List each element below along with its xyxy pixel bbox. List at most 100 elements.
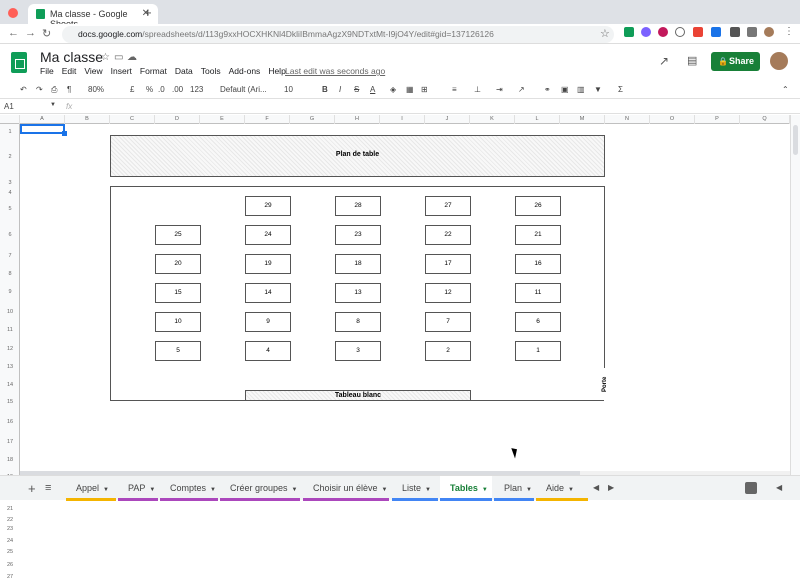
extension-icon[interactable] bbox=[675, 27, 685, 37]
sheet-tab-plan[interactable]: Plan ▼ bbox=[494, 476, 534, 501]
sheet-tab-aide[interactable]: Aide ▼ bbox=[536, 476, 588, 501]
insert-link-icon[interactable]: ⚭ bbox=[544, 85, 551, 94]
select-all-corner[interactable] bbox=[0, 115, 20, 124]
row-header-8[interactable]: 8 bbox=[0, 271, 20, 277]
undo-icon[interactable]: ↶ bbox=[20, 85, 27, 94]
move-folder-icon[interactable]: ▭ bbox=[114, 52, 123, 63]
desk-24[interactable]: 24 bbox=[245, 225, 291, 245]
sheet-tab-comptes[interactable]: Comptes ▼ bbox=[160, 476, 218, 501]
column-header-k[interactable]: K bbox=[470, 115, 515, 124]
desk-22[interactable]: 22 bbox=[425, 225, 471, 245]
strikethrough-button[interactable]: S bbox=[354, 85, 359, 94]
vertical-scrollbar[interactable] bbox=[790, 115, 800, 475]
desk-26[interactable]: 26 bbox=[515, 196, 561, 216]
column-header-c[interactable]: C bbox=[110, 115, 155, 124]
paint-format-icon[interactable]: ¶ bbox=[67, 85, 71, 94]
insert-comment-icon[interactable]: ▣ bbox=[561, 85, 569, 94]
desk-21[interactable]: 21 bbox=[515, 225, 561, 245]
all-sheets-icon[interactable]: ≡ bbox=[45, 482, 51, 494]
document-title[interactable]: Ma classe bbox=[40, 49, 103, 65]
star-icon[interactable]: ☆ bbox=[101, 52, 110, 63]
text-wrap-icon[interactable]: ⇥ bbox=[496, 85, 503, 94]
column-header-h[interactable]: H bbox=[335, 115, 380, 124]
sheet-tab-pap[interactable]: PAP ▼ bbox=[118, 476, 158, 501]
chevron-down-icon[interactable]: ▼ bbox=[382, 487, 388, 493]
desk-29[interactable]: 29 bbox=[245, 196, 291, 216]
desk-8[interactable]: 8 bbox=[335, 312, 381, 332]
row-header-4[interactable]: 4 bbox=[0, 190, 20, 196]
sheet-tab-créer-groupes[interactable]: Créer groupes ▼ bbox=[220, 476, 300, 501]
sheet-tab-liste[interactable]: Liste ▼ bbox=[392, 476, 438, 501]
menu-data[interactable]: Data bbox=[175, 66, 193, 76]
desk-4[interactable]: 4 bbox=[245, 341, 291, 361]
desk-27[interactable]: 27 bbox=[425, 196, 471, 216]
chevron-down-icon[interactable]: ▼ bbox=[568, 487, 574, 493]
filter-icon[interactable]: ▼ bbox=[594, 85, 602, 94]
row-header-14[interactable]: 14 bbox=[0, 382, 20, 388]
row-header-12[interactable]: 12 bbox=[0, 346, 20, 352]
chevron-down-icon[interactable]: ▼ bbox=[292, 487, 298, 493]
decrease-decimal-button[interactable]: .0 bbox=[158, 85, 165, 94]
desk-17[interactable]: 17 bbox=[425, 254, 471, 274]
browser-tab[interactable]: Ma classe - Google Sheets ✕ bbox=[28, 4, 158, 29]
name-box[interactable]: A1 bbox=[4, 102, 14, 111]
activity-trend-icon[interactable]: ↗ bbox=[659, 54, 669, 68]
font-size-select[interactable]: 10 bbox=[284, 85, 293, 94]
chevron-down-icon[interactable]: ▼ bbox=[526, 487, 532, 493]
insert-chart-icon[interactable]: ▥ bbox=[577, 85, 585, 94]
text-rotation-icon[interactable]: ↗ bbox=[518, 85, 525, 94]
bookmark-star-icon[interactable]: ☆ bbox=[600, 27, 610, 40]
desk-28[interactable]: 28 bbox=[335, 196, 381, 216]
back-icon[interactable]: ← bbox=[8, 27, 19, 39]
whiteboard[interactable]: Tableau blanc bbox=[245, 390, 471, 401]
desk-7[interactable]: 7 bbox=[425, 312, 471, 332]
vertical-align-icon[interactable]: ⊥ bbox=[474, 85, 481, 94]
row-header-5[interactable]: 5 bbox=[0, 206, 20, 212]
column-header-j[interactable]: J bbox=[425, 115, 470, 124]
extension-icon[interactable] bbox=[624, 27, 634, 37]
column-header-f[interactable]: F bbox=[245, 115, 290, 124]
fill-color-icon[interactable]: ◈ bbox=[390, 85, 396, 94]
add-sheet-icon[interactable]: + bbox=[28, 481, 36, 496]
desk-11[interactable]: 11 bbox=[515, 283, 561, 303]
row-header-3[interactable]: 3 bbox=[0, 180, 20, 186]
menu-edit[interactable]: Edit bbox=[62, 66, 77, 76]
comments-icon[interactable]: ▤ bbox=[687, 54, 697, 67]
sheet-tab-appel[interactable]: Appel ▼ bbox=[66, 476, 116, 501]
formula-input[interactable] bbox=[80, 101, 780, 113]
borders-icon[interactable]: ▦ bbox=[406, 85, 414, 94]
row-header-1[interactable]: 1 bbox=[0, 129, 20, 135]
column-header-p[interactable]: P bbox=[695, 115, 740, 124]
sheet-tab-tables[interactable]: Tables ▼ bbox=[440, 476, 492, 501]
row-header-22[interactable]: 22 bbox=[0, 517, 20, 523]
chevron-down-icon[interactable]: ▼ bbox=[103, 487, 109, 493]
menu-add-ons[interactable]: Add-ons bbox=[229, 66, 261, 76]
redo-icon[interactable]: ↷ bbox=[36, 85, 43, 94]
print-icon[interactable]: ⎙ bbox=[51, 85, 57, 95]
row-header-13[interactable]: 13 bbox=[0, 364, 20, 370]
scroll-right-icon[interactable]: ▶ bbox=[608, 483, 614, 492]
font-select[interactable]: Default (Ari... bbox=[220, 85, 267, 94]
desk-13[interactable]: 13 bbox=[335, 283, 381, 303]
desk-18[interactable]: 18 bbox=[335, 254, 381, 274]
extension-icon[interactable] bbox=[658, 27, 668, 37]
row-header-15[interactable]: 15 bbox=[0, 399, 20, 405]
extension-icon[interactable] bbox=[730, 27, 740, 37]
row-header-21[interactable]: 21 bbox=[0, 506, 20, 512]
menu-format[interactable]: Format bbox=[140, 66, 167, 76]
extension-icon[interactable] bbox=[711, 27, 721, 37]
puzzle-icon[interactable] bbox=[747, 27, 757, 37]
column-header-g[interactable]: G bbox=[290, 115, 335, 124]
chevron-down-icon[interactable]: ▼ bbox=[210, 487, 216, 493]
scroll-thumb[interactable] bbox=[793, 125, 798, 155]
row-header-24[interactable]: 24 bbox=[0, 538, 20, 544]
column-header-i[interactable]: I bbox=[380, 115, 425, 124]
side-panel-toggle-icon[interactable]: ◀ bbox=[776, 483, 782, 492]
column-header-a[interactable]: A bbox=[20, 115, 65, 124]
chevron-down-icon[interactable]: ▼ bbox=[482, 487, 488, 493]
zoom-select[interactable]: 80% bbox=[88, 85, 104, 94]
name-box-dropdown-icon[interactable]: ▼ bbox=[50, 102, 56, 108]
explore-icon[interactable] bbox=[745, 482, 757, 494]
row-header-26[interactable]: 26 bbox=[0, 562, 20, 568]
row-header-2[interactable]: 2 bbox=[0, 154, 20, 160]
